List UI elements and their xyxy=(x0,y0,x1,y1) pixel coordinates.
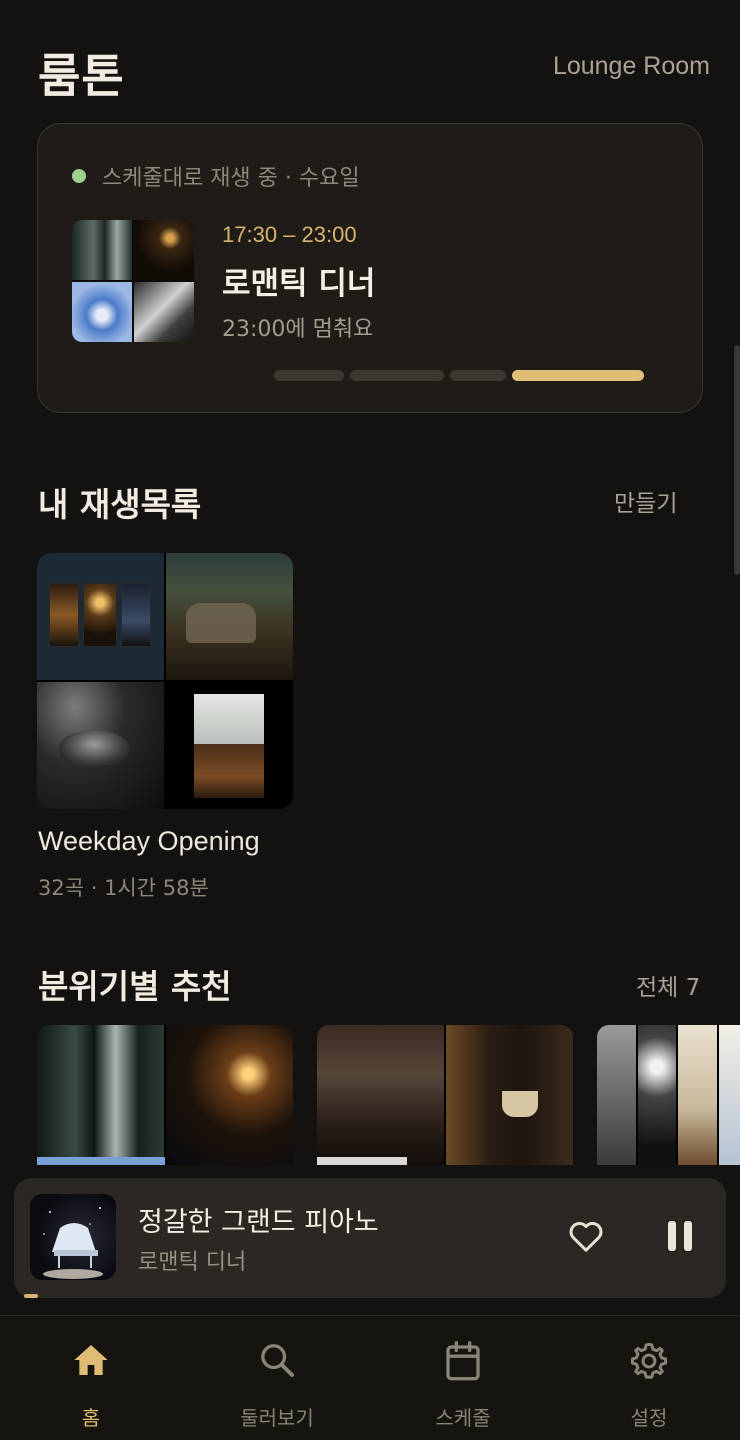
mini-player-progress xyxy=(24,1294,38,1298)
mood-card[interactable] xyxy=(597,1025,740,1165)
artwork-tile-candle xyxy=(134,220,194,280)
scrollbar[interactable] xyxy=(734,345,740,575)
schedule-segment xyxy=(350,370,444,381)
mood-tile-plant xyxy=(678,1025,717,1165)
app-title: 룸톤 xyxy=(38,49,125,103)
cover-tile-lounge-chair xyxy=(166,553,293,680)
mini-player[interactable]: 정갈한 그랜드 피아노 로맨틱 디너 xyxy=(14,1178,726,1298)
mood-tile-coffee xyxy=(446,1025,573,1165)
schedule-title: 로맨틱 디너 xyxy=(222,266,376,302)
schedule-segment xyxy=(450,370,506,381)
tab-label-settings: 설정 xyxy=(630,1406,668,1430)
header: 룸톤 Lounge Room xyxy=(38,40,710,103)
mini-player-artwork xyxy=(30,1194,116,1280)
create-playlist-button[interactable]: 만들기 xyxy=(614,484,677,518)
cover-tile-cocktail xyxy=(166,682,293,809)
now-playing-schedule-card[interactable]: 스케줄대로 재생 중 · 수요일 17:30 – 23:00 로맨틱 디너 23… xyxy=(37,123,703,413)
tab-label-browse: 둘러보기 xyxy=(240,1406,314,1430)
mood-tile-armchair xyxy=(317,1025,444,1165)
calendar-icon xyxy=(446,1341,480,1381)
tab-browse[interactable]: 둘러보기 xyxy=(207,1316,347,1440)
playlist-meta: 32곡 · 1시간 58분 xyxy=(38,876,209,900)
tab-label-schedule: 스케줄 xyxy=(435,1406,491,1430)
schedule-time-range: 17:30 – 23:00 xyxy=(222,222,357,247)
artwork-tile-flower xyxy=(72,282,132,342)
now-playing-artwork xyxy=(72,220,194,342)
mood-tile-hallway xyxy=(37,1025,164,1165)
heart-icon[interactable] xyxy=(566,1216,606,1256)
mood-card[interactable] xyxy=(37,1025,293,1165)
tab-settings[interactable]: 설정 xyxy=(579,1316,719,1440)
gear-icon xyxy=(630,1342,668,1379)
tab-label-home: 홈 xyxy=(81,1406,101,1430)
playlist-name[interactable]: Weekday Opening xyxy=(38,826,260,857)
artwork-tile-hallway xyxy=(72,220,132,280)
schedule-status: 스케줄대로 재생 중 · 수요일 xyxy=(72,160,360,192)
now-playing-info: 17:30 – 23:00 로맨틱 디너 23:00에 멈춰요 xyxy=(222,222,375,343)
status-text: 스케줄대로 재생 중 · 수요일 xyxy=(102,166,360,191)
schedule-segment-active xyxy=(512,370,644,381)
mood-tile-bicycle xyxy=(597,1025,636,1165)
piano-artwork-icon xyxy=(43,1207,103,1279)
tab-home[interactable]: 홈 xyxy=(21,1316,161,1440)
cover-tile-instruments xyxy=(37,553,164,680)
home-icon xyxy=(74,1345,108,1375)
mood-tile-window xyxy=(718,1025,740,1165)
my-playlists-title: 내 재생목록 xyxy=(38,485,202,524)
mood-section-title: 분위기별 추천 xyxy=(38,967,232,1006)
pause-icon[interactable] xyxy=(662,1218,698,1254)
mood-card[interactable] xyxy=(317,1025,573,1165)
tab-schedule[interactable]: 스케줄 xyxy=(393,1316,533,1440)
see-all-moods-button[interactable]: 전체 7 xyxy=(636,968,700,1002)
schedule-progress xyxy=(274,370,644,381)
playlist-cover[interactable] xyxy=(37,553,293,809)
search-icon xyxy=(261,1344,294,1377)
mood-tile-streetlamp xyxy=(637,1025,676,1165)
mini-player-track-title: 정갈한 그랜드 피아노 xyxy=(138,1207,379,1238)
mini-player-playlist-name: 로맨틱 디너 xyxy=(138,1250,247,1275)
bottom-tab-bar: 홈 둘러보기 스케줄 설정 xyxy=(0,1315,740,1440)
schedule-segment xyxy=(274,370,344,381)
artwork-tile-teacup xyxy=(134,282,194,342)
schedule-stop-note: 23:00에 멈춰요 xyxy=(222,317,374,342)
mood-tile-candle xyxy=(166,1025,293,1165)
mood-carousel[interactable] xyxy=(37,1025,740,1165)
cover-tile-hat xyxy=(37,682,164,809)
room-selector[interactable]: Lounge Room xyxy=(553,52,710,81)
status-dot xyxy=(72,169,86,183)
